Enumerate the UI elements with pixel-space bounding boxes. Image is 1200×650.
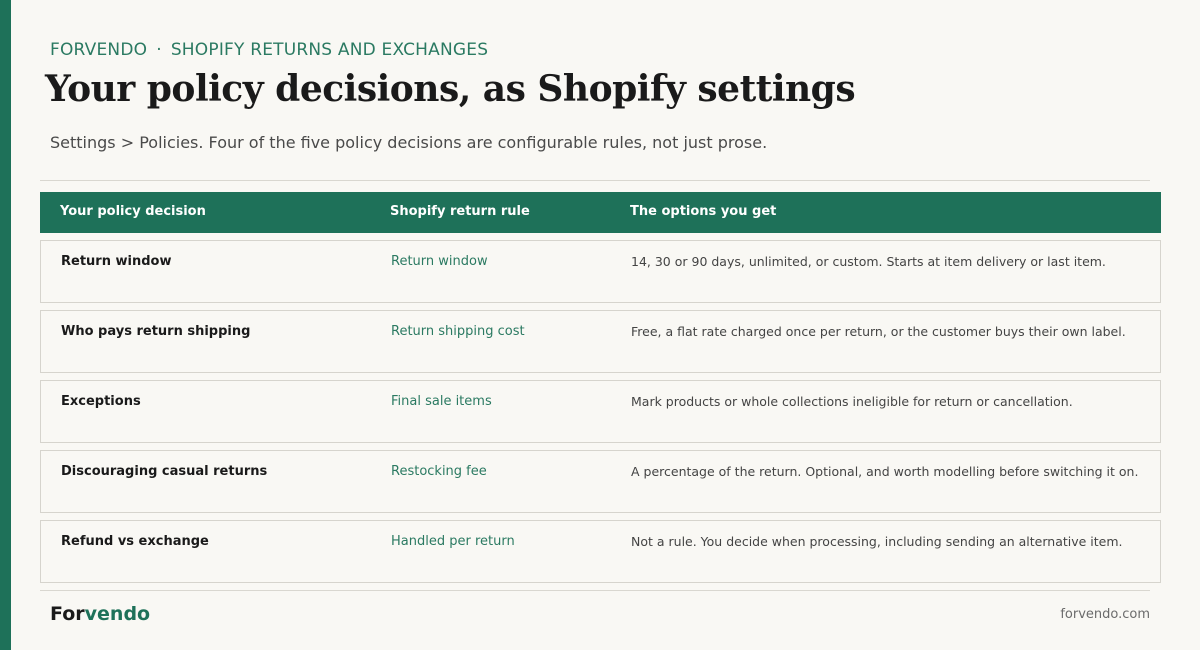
decision-cell: Exceptions: [61, 394, 141, 409]
slide: FORVENDO · SHOPIFY RETURNS AND EXCHANGES Y…: [0, 0, 1200, 650]
eyebrow-brand: FORVENDO: [50, 40, 148, 60]
footer-logo: Forvendo: [50, 603, 150, 625]
table-header: Your policy decision Shopify return rule…: [40, 192, 1161, 233]
accent-bar: [0, 0, 11, 650]
eyebrow-separator: ·: [156, 40, 162, 60]
page-subtitle: Settings > Policies. Four of the five po…: [50, 133, 768, 152]
table-row: Exceptions Final sale items Mark product…: [40, 380, 1161, 443]
rule-cell: Handled per return: [391, 534, 515, 549]
footer-url: forvendo.com: [1060, 607, 1150, 622]
logo-part-accent: vendo: [84, 603, 151, 625]
rule-cell: Final sale items: [391, 394, 492, 409]
decision-cell: Return window: [61, 254, 172, 269]
options-cell: Free, a flat rate charged once per retur…: [631, 324, 1126, 339]
rule-cell: Restocking fee: [391, 464, 487, 479]
table-row: Who pays return shipping Return shipping…: [40, 310, 1161, 373]
table-row: Discouraging casual returns Restocking f…: [40, 450, 1161, 513]
page-title: Your policy decisions, as Shopify settin…: [45, 68, 856, 110]
table-row: Return window Return window 14, 30 or 90…: [40, 240, 1161, 303]
options-cell: Not a rule. You decide when processing, …: [631, 534, 1123, 549]
column-header-options: The options you get: [630, 204, 777, 219]
column-header-rule: Shopify return rule: [390, 204, 530, 219]
table-row: Refund vs exchange Handled per return No…: [40, 520, 1161, 583]
column-header-decision: Your policy decision: [60, 204, 206, 219]
rule-cell: Return window: [391, 254, 488, 269]
options-cell: 14, 30 or 90 days, unlimited, or custom.…: [631, 254, 1106, 269]
decision-cell: Who pays return shipping: [61, 324, 251, 339]
bottom-divider: [40, 590, 1150, 591]
eyebrow: FORVENDO · SHOPIFY RETURNS AND EXCHANGES: [50, 40, 488, 60]
rule-cell: Return shipping cost: [391, 324, 525, 339]
top-divider: [40, 180, 1150, 181]
eyebrow-section: SHOPIFY RETURNS AND EXCHANGES: [170, 40, 489, 60]
logo-part-dark: For: [50, 603, 85, 625]
options-cell: Mark products or whole collections ineli…: [631, 394, 1073, 409]
options-cell: A percentage of the return. Optional, an…: [631, 464, 1139, 479]
decision-cell: Refund vs exchange: [61, 534, 209, 549]
decision-cell: Discouraging casual returns: [61, 464, 268, 479]
